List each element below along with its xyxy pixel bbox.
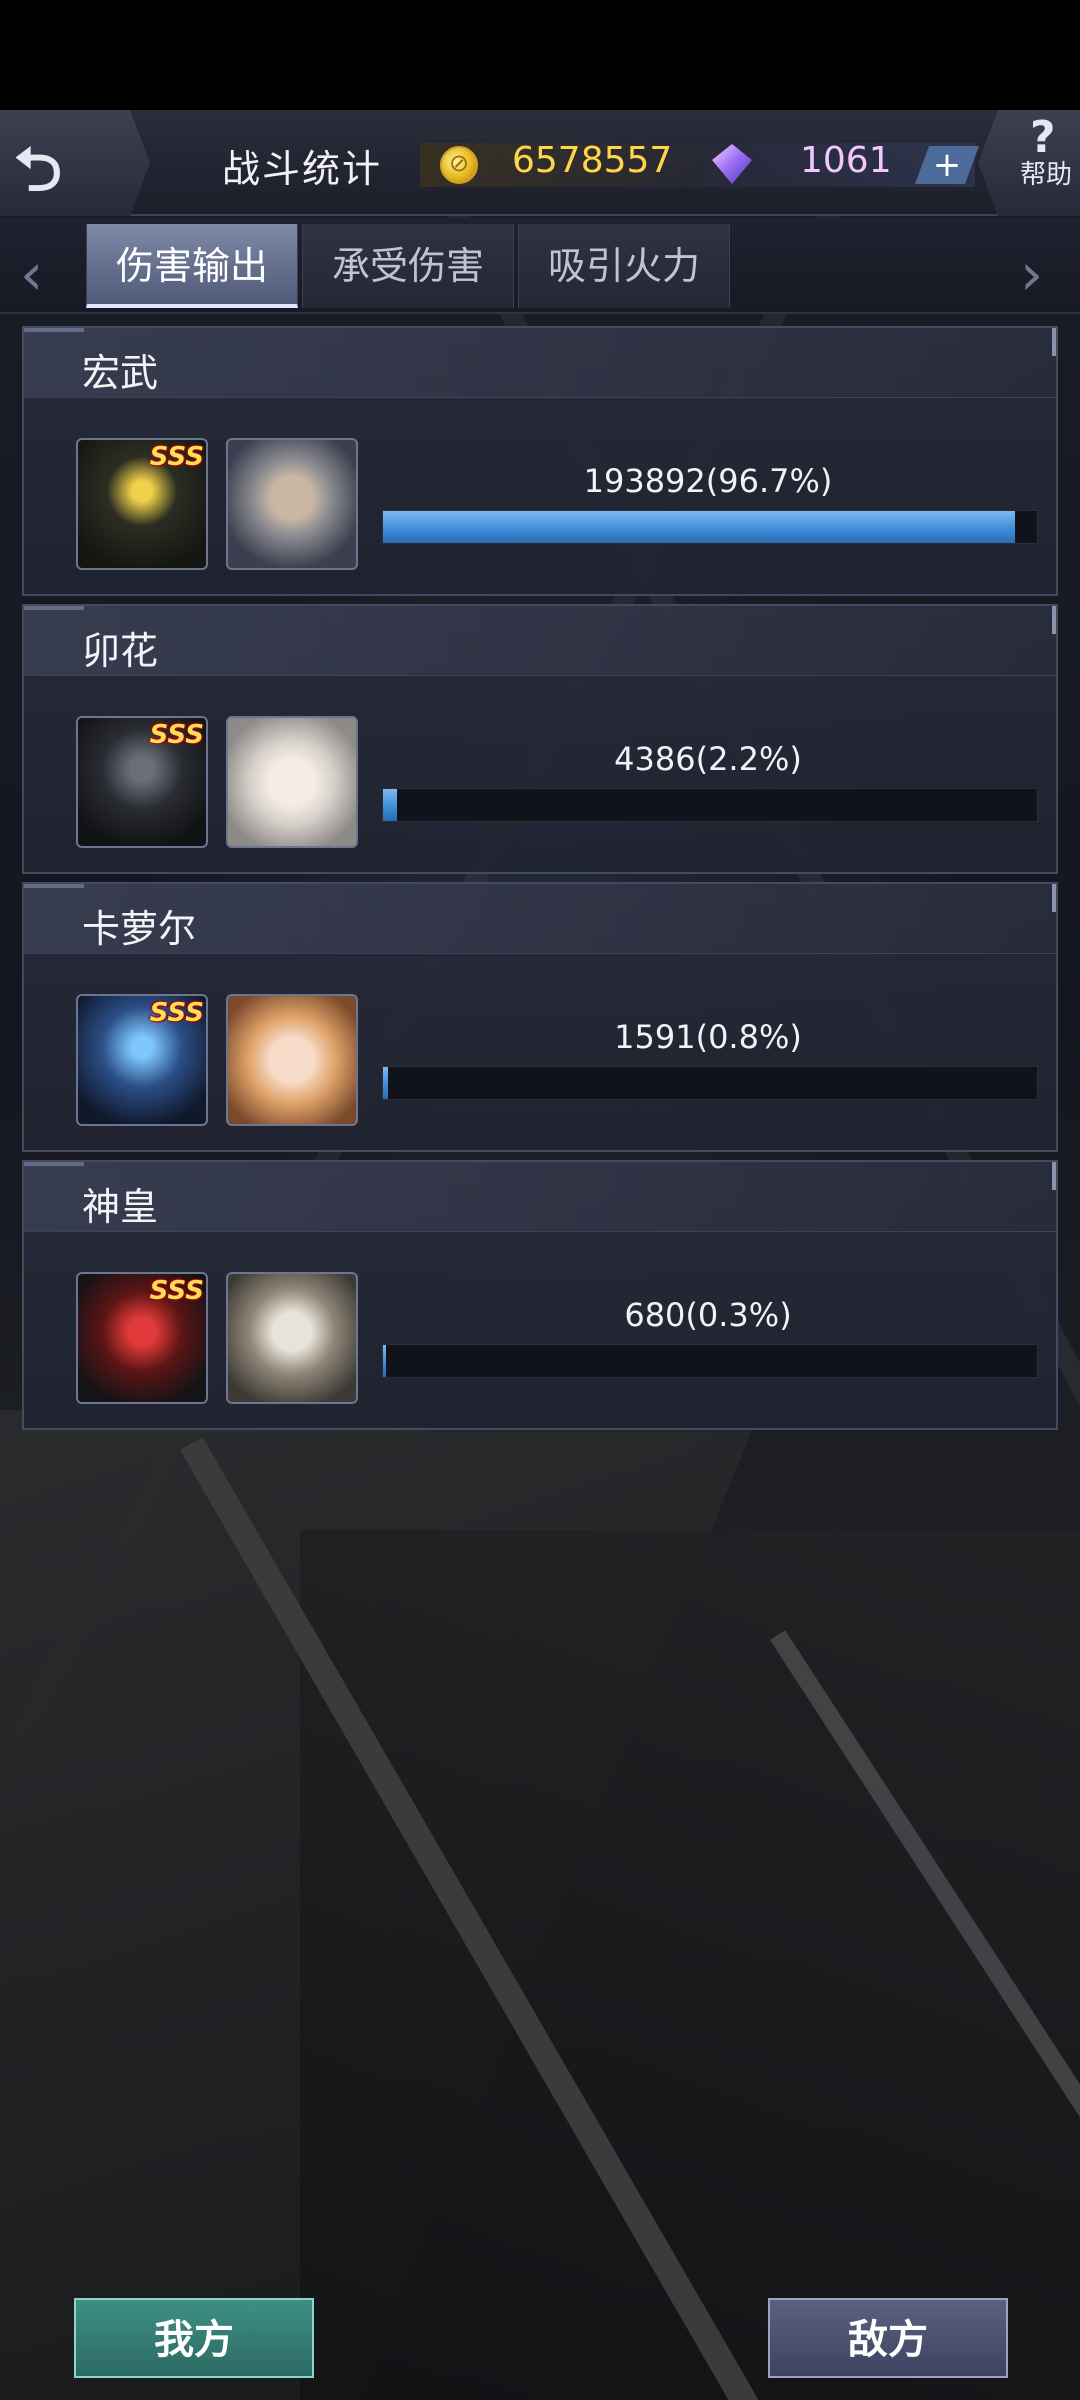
grade-badge: SSS <box>149 720 204 750</box>
pilot-name: 神皇 <box>82 1185 159 1229</box>
back-button[interactable]: ⮌ <box>0 110 150 216</box>
mech-portrait: SSS <box>76 716 208 848</box>
grade-badge: SSS <box>149 998 204 1028</box>
stat-card: 卡萝尔 SSS 1591(0.8%) <box>22 882 1058 1152</box>
grade-badge: SSS <box>149 442 204 472</box>
gem-amount: 1061 <box>800 140 892 181</box>
damage-value: 193892(96.7%) <box>583 462 833 500</box>
my-side-button[interactable]: 我方 <box>74 2298 314 2378</box>
card-header <box>24 328 1056 398</box>
pilot-name: 宏武 <box>82 351 159 395</box>
mech-portrait: SSS <box>76 1272 208 1404</box>
pilot-name: 卯花 <box>82 629 159 673</box>
damage-bar-fill <box>383 1345 387 1377</box>
stat-card: 神皇 SSS 680(0.3%) <box>22 1160 1058 1430</box>
chevron-left-icon[interactable]: ‹ <box>20 240 43 308</box>
damage-bar-fill <box>383 511 1016 543</box>
gold-coin-icon <box>440 146 478 184</box>
mech-portrait: SSS <box>76 438 208 570</box>
damage-bar-fill <box>383 1067 389 1099</box>
background-deck <box>300 1530 1080 2400</box>
tab-damage-taken[interactable]: 承受伤害 <box>302 224 514 308</box>
grade-badge: SSS <box>149 1276 204 1306</box>
back-arrow-icon: ⮌ <box>14 135 63 205</box>
damage-bar <box>382 510 1038 544</box>
damage-value: 4386(2.2%) <box>614 740 802 778</box>
damage-value: 680(0.3%) <box>624 1296 792 1334</box>
stat-card: 卯花 SSS 4386(2.2%) <box>22 604 1058 874</box>
damage-bar <box>382 1066 1038 1100</box>
damage-bar <box>382 1344 1038 1378</box>
pilot-portrait <box>226 994 358 1126</box>
pilot-name: 卡萝尔 <box>82 907 197 951</box>
card-header <box>24 1162 1056 1232</box>
card-header <box>24 606 1056 676</box>
damage-bar-fill <box>383 789 398 821</box>
tab-draw-fire[interactable]: 吸引火力 <box>518 224 730 308</box>
pilot-portrait <box>226 716 358 848</box>
tab-damage-dealt[interactable]: 伤害输出 <box>86 224 298 308</box>
pilot-portrait <box>226 1272 358 1404</box>
damage-bar <box>382 788 1038 822</box>
stat-card: 宏武 SSS 193892(96.7%) <box>22 326 1058 596</box>
gold-amount: 6578557 <box>512 140 673 181</box>
pilot-portrait <box>226 438 358 570</box>
help-label: 帮助 <box>1020 160 1073 190</box>
page-title: 战斗统计 <box>222 147 383 191</box>
enemy-side-button[interactable]: 敌方 <box>768 2298 1008 2378</box>
chevron-right-icon[interactable]: › <box>1020 240 1043 308</box>
damage-value: 1591(0.8%) <box>614 1018 802 1056</box>
mech-portrait: SSS <box>76 994 208 1126</box>
